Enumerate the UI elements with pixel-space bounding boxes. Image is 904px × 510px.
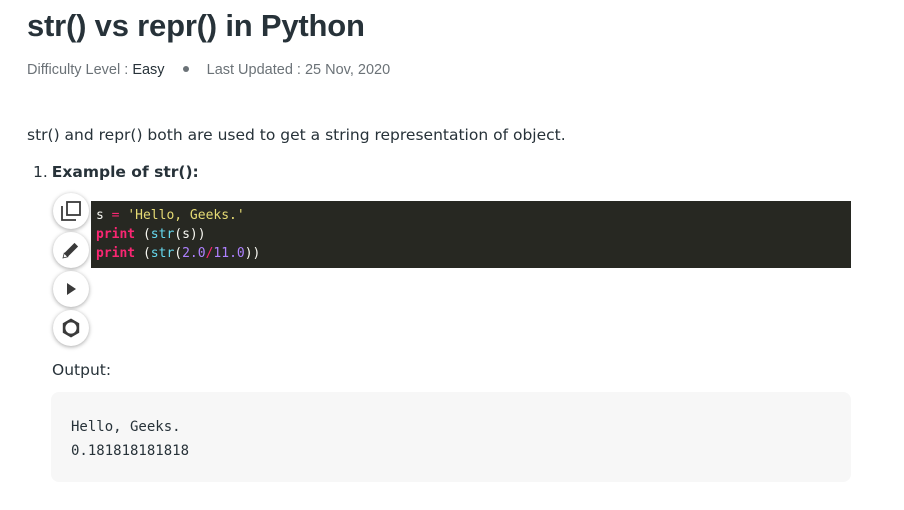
- difficulty-label: Difficulty Level :: [27, 62, 129, 78]
- code-token: print: [96, 246, 136, 261]
- code-token: s: [96, 208, 104, 223]
- output-line: 0.181818181818: [71, 443, 190, 459]
- output-block: Hello, Geeks. 0.181818181818: [51, 392, 851, 482]
- code-token: print: [96, 227, 136, 242]
- gear-icon: [62, 318, 80, 338]
- copy-button[interactable]: [53, 193, 89, 229]
- code-line: s = 'Hello, Geeks.': [96, 206, 851, 225]
- code-block[interactable]: s = 'Hello, Geeks.' print (str(s)) print (…: [91, 201, 851, 268]
- article-title: str() vs repr() in Python: [27, 8, 365, 43]
- settings-button[interactable]: [53, 310, 89, 346]
- code-line: print (str(s)): [96, 225, 851, 244]
- run-button[interactable]: [53, 271, 89, 307]
- code-line: print (str(2.0/11.0)): [96, 244, 851, 263]
- code-token: (: [135, 246, 151, 261]
- code-token: 2.0: [182, 246, 206, 261]
- output-label: Output:: [52, 361, 112, 379]
- list-heading: Example of str():: [51, 163, 199, 181]
- intro-paragraph: str() and repr() both are used to get a …: [27, 126, 566, 144]
- copy-icon: [61, 201, 81, 221]
- list-number: 1.: [33, 163, 48, 181]
- code-token: 11.0: [213, 246, 245, 261]
- updated-label: Last Updated :: [206, 62, 301, 78]
- separator-dot: [182, 66, 189, 73]
- code-token: (: [174, 246, 183, 261]
- code-token: 'Hello, Geeks.': [127, 208, 245, 223]
- difficulty-link[interactable]: Easy: [132, 62, 164, 78]
- list-item: 1. Example of str():: [33, 161, 199, 183]
- code-token: (: [135, 227, 151, 242]
- code-token: str: [150, 246, 175, 261]
- edit-button[interactable]: [53, 232, 89, 268]
- code-token: )): [244, 246, 261, 261]
- code-token: str: [150, 227, 175, 242]
- play-icon: [67, 283, 76, 295]
- updated-date: 25 Nov, 2020: [304, 62, 391, 78]
- code-token: (s)): [174, 227, 206, 242]
- pencil-icon: [62, 242, 79, 259]
- article-meta: Difficulty Level : Easy Last Updated : 2…: [27, 60, 390, 80]
- output-line: Hello, Geeks.: [71, 419, 181, 435]
